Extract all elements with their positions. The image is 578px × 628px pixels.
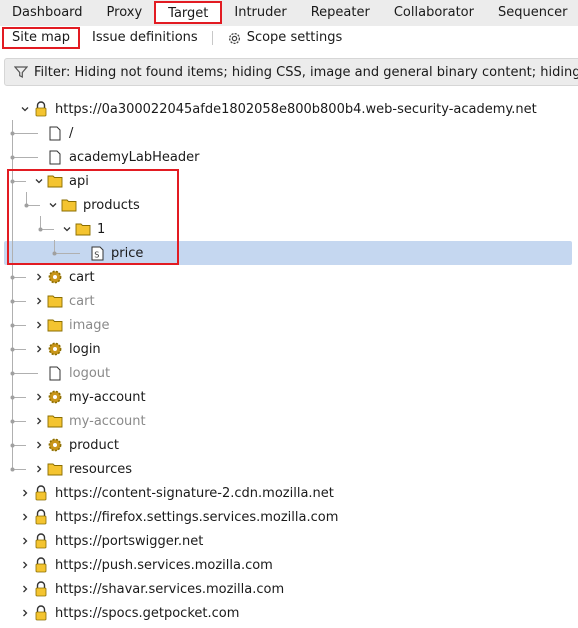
host-label: https://push.services.mozilla.com	[55, 557, 273, 573]
chevron-right-icon[interactable]	[19, 535, 31, 547]
chevron-right-icon[interactable]	[33, 391, 45, 403]
tree-row-cart-unrequested[interactable]: cart	[33, 289, 95, 313]
host-label: https://spocs.getpocket.com	[55, 605, 240, 621]
node-label: 1	[97, 221, 106, 237]
tree-row-slash[interactable]: /	[47, 121, 73, 145]
folder-icon	[47, 173, 63, 189]
gear-icon	[47, 269, 63, 285]
tree-row-academylabheader[interactable]: academyLabHeader	[47, 145, 199, 169]
host-label: https://content-signature-2.cdn.mozilla.…	[55, 485, 334, 501]
chevron-right-icon[interactable]	[19, 511, 31, 523]
tree-row-products[interactable]: products	[47, 193, 140, 217]
node-label: resources	[69, 461, 133, 477]
lock-icon	[33, 101, 49, 117]
node-label: my-account	[69, 413, 146, 429]
svg-text:S: S	[94, 250, 99, 259]
node-label: logout	[69, 365, 111, 381]
lock-icon	[33, 581, 49, 597]
lock-icon	[33, 509, 49, 525]
node-label: login	[69, 341, 101, 357]
file-icon	[47, 365, 63, 381]
chevron-right-icon[interactable]	[33, 295, 45, 307]
host-label: https://0a300022045afde1802058e800b800b4…	[55, 101, 537, 117]
tree-row-host[interactable]: https://content-signature-2.cdn.mozilla.…	[19, 481, 334, 505]
file-icon	[47, 125, 63, 141]
node-label: my-account	[69, 389, 146, 405]
lock-icon	[33, 533, 49, 549]
chevron-right-icon[interactable]	[33, 439, 45, 451]
node-label: cart	[69, 293, 95, 309]
tree-row-host[interactable]: https://portswigger.net	[19, 529, 203, 553]
node-label: api	[69, 173, 89, 189]
host-label: https://firefox.settings.services.mozill…	[55, 509, 339, 525]
tree-row-host[interactable]: https://firefox.settings.services.mozill…	[19, 505, 338, 529]
tree-row-host[interactable]: https://shavar.services.mozilla.com	[19, 577, 284, 601]
chevron-right-icon[interactable]	[33, 343, 45, 355]
chevron-down-icon[interactable]	[47, 199, 59, 211]
host-label: https://shavar.services.mozilla.com	[55, 581, 285, 597]
tree-row-login[interactable]: login	[33, 337, 101, 361]
gear-icon	[47, 389, 63, 405]
tree-row-my-account-unrequested[interactable]: my-account	[33, 409, 146, 433]
chevron-right-icon[interactable]	[33, 271, 45, 283]
chevron-right-icon[interactable]	[19, 487, 31, 499]
chevron-right-icon[interactable]	[19, 607, 31, 619]
folder-icon	[47, 413, 63, 429]
node-label: product	[69, 437, 120, 453]
node-label: price	[111, 245, 144, 261]
tree-row-resources[interactable]: resources	[33, 457, 132, 481]
chevron-right-icon[interactable]	[33, 463, 45, 475]
chevron-right-icon[interactable]	[33, 415, 45, 427]
file-icon	[47, 149, 63, 165]
tree-row-price[interactable]: S price	[89, 241, 143, 265]
node-label: /	[69, 125, 74, 141]
chevron-right-icon[interactable]	[19, 559, 31, 571]
tree-row-image[interactable]: image	[33, 313, 110, 337]
folder-icon	[75, 221, 91, 237]
gear-icon	[47, 437, 63, 453]
folder-icon	[47, 293, 63, 309]
chevron-down-icon[interactable]	[19, 103, 31, 115]
tree-row-1[interactable]: 1	[61, 217, 105, 241]
script-file-icon: S	[89, 245, 105, 261]
tree-row-host[interactable]: https://push.services.mozilla.com	[19, 553, 273, 577]
folder-icon	[47, 317, 63, 333]
tree-row-api[interactable]: api	[33, 169, 89, 193]
lock-icon	[33, 485, 49, 501]
lock-icon	[33, 557, 49, 573]
tree-row-cart[interactable]: cart	[33, 265, 95, 289]
chevron-down-icon[interactable]	[61, 223, 73, 235]
tree-row-product[interactable]: product	[33, 433, 119, 457]
folder-icon	[61, 197, 77, 213]
tree-row-my-account[interactable]: my-account	[33, 385, 146, 409]
folder-icon	[47, 461, 63, 477]
node-label: academyLabHeader	[69, 149, 200, 165]
tree-row-root-host[interactable]: https://0a300022045afde1802058e800b800b4…	[19, 97, 537, 121]
node-label: cart	[69, 269, 95, 285]
node-label: products	[83, 197, 140, 213]
chevron-right-icon[interactable]	[33, 319, 45, 331]
chevron-right-icon[interactable]	[19, 583, 31, 595]
lock-icon	[33, 605, 49, 621]
chevron-down-icon[interactable]	[33, 175, 45, 187]
host-label: https://portswigger.net	[55, 533, 204, 549]
tree-row-host[interactable]: https://spocs.getpocket.com	[19, 601, 239, 625]
node-label: image	[69, 317, 110, 333]
tree-row-logout[interactable]: logout	[47, 361, 110, 385]
gear-icon	[47, 341, 63, 357]
